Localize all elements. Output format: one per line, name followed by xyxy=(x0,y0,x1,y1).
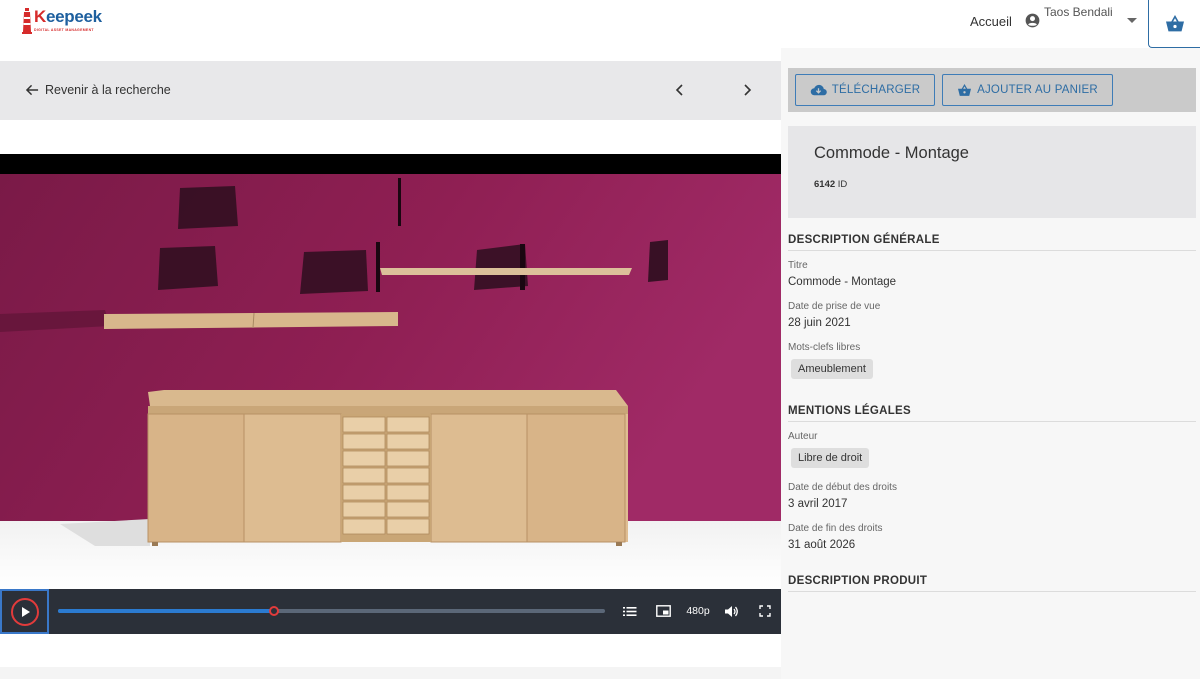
viewer-nav-bar: Revenir à la recherche xyxy=(0,61,781,120)
logo-tagline: DIGITAL ASSET MANAGEMENT xyxy=(34,28,94,32)
asset-id: 6142 ID xyxy=(814,179,848,190)
logo-wordmark: Keepeek xyxy=(34,7,102,26)
details-pane: TÉLÉCHARGER AJOUTER AU PANIER Commode - … xyxy=(781,48,1200,679)
volume-icon xyxy=(724,605,738,617)
field-label-author: Auteur xyxy=(788,431,818,442)
video-player[interactable]: 480p xyxy=(0,154,781,634)
quality-label: 480p xyxy=(686,605,710,617)
lighthouse-icon xyxy=(22,8,32,34)
picture-in-picture-icon xyxy=(655,605,671,617)
progress-fill xyxy=(58,609,275,613)
field-label-rights-start: Date de début des droits xyxy=(788,482,897,493)
asset-title: Commode - Montage xyxy=(814,144,969,162)
pip-button[interactable] xyxy=(655,603,671,619)
section-heading-legal: MENTIONS LÉGALES xyxy=(788,405,1196,422)
chevron-left-icon[interactable] xyxy=(672,82,688,98)
caret-down-icon[interactable] xyxy=(1127,18,1137,23)
viewer-bottom-strip xyxy=(0,667,781,679)
download-label: TÉLÉCHARGER xyxy=(831,84,921,96)
field-label-title: Titre xyxy=(788,260,808,271)
chevron-right-icon[interactable] xyxy=(739,82,755,98)
section-heading-general: DESCRIPTION GÉNÉRALE xyxy=(788,234,1196,251)
basket-icon xyxy=(958,83,972,96)
video-frame xyxy=(0,174,781,589)
chapters-button[interactable] xyxy=(622,603,638,619)
download-button[interactable]: TÉLÉCHARGER xyxy=(795,74,935,106)
volume-button[interactable] xyxy=(723,603,739,619)
author-chip[interactable]: Libre de droit xyxy=(791,448,870,468)
keyword-chip[interactable]: Ameublement xyxy=(791,359,873,379)
basket-button[interactable] xyxy=(1148,0,1200,48)
back-to-search-link[interactable]: Revenir à la recherche xyxy=(26,83,171,97)
arrow-left-icon xyxy=(26,84,39,96)
top-header: Keepeek DIGITAL ASSET MANAGEMENT Accueil… xyxy=(0,0,1200,48)
play-button[interactable] xyxy=(0,589,49,634)
list-icon xyxy=(623,606,637,616)
field-label-keywords: Mots-clefs libres xyxy=(788,342,861,353)
player-controls: 480p xyxy=(0,589,781,634)
field-value-rights-end: 31 août 2026 xyxy=(788,539,856,551)
fullscreen-icon xyxy=(759,605,771,617)
play-icon xyxy=(21,606,30,617)
progress-knob[interactable] xyxy=(269,606,280,616)
field-value-shot-date: 28 juin 2021 xyxy=(788,317,851,329)
progress-bar[interactable] xyxy=(58,606,605,616)
section-heading-product: DESCRIPTION PRODUIT xyxy=(788,575,1196,592)
field-value-title: Commode - Montage xyxy=(788,276,897,288)
viewer-pane: Revenir à la recherche 480p xyxy=(0,48,781,679)
keepeek-logo[interactable]: Keepeek DIGITAL ASSET MANAGEMENT xyxy=(22,6,102,40)
account-circle-icon[interactable] xyxy=(1025,13,1040,28)
back-label: Revenir à la recherche xyxy=(45,83,171,97)
fullscreen-button[interactable] xyxy=(757,603,773,619)
action-bar: TÉLÉCHARGER AJOUTER AU PANIER xyxy=(788,68,1196,112)
add-to-cart-label: AJOUTER AU PANIER xyxy=(977,84,1098,96)
field-label-rights-end: Date de fin des droits xyxy=(788,523,883,534)
basket-icon xyxy=(1165,14,1184,31)
add-to-cart-button[interactable]: AJOUTER AU PANIER xyxy=(942,74,1113,106)
quality-button[interactable]: 480p xyxy=(684,603,712,619)
field-label-shot-date: Date de prise de vue xyxy=(788,301,881,312)
nav-home-link[interactable]: Accueil xyxy=(970,14,1012,29)
asset-title-card: Commode - Montage 6142 ID xyxy=(788,126,1196,218)
user-name[interactable]: Taos Bendali xyxy=(1044,5,1113,19)
cloud-download-icon xyxy=(810,84,827,96)
field-value-rights-start: 3 avril 2017 xyxy=(788,498,848,510)
